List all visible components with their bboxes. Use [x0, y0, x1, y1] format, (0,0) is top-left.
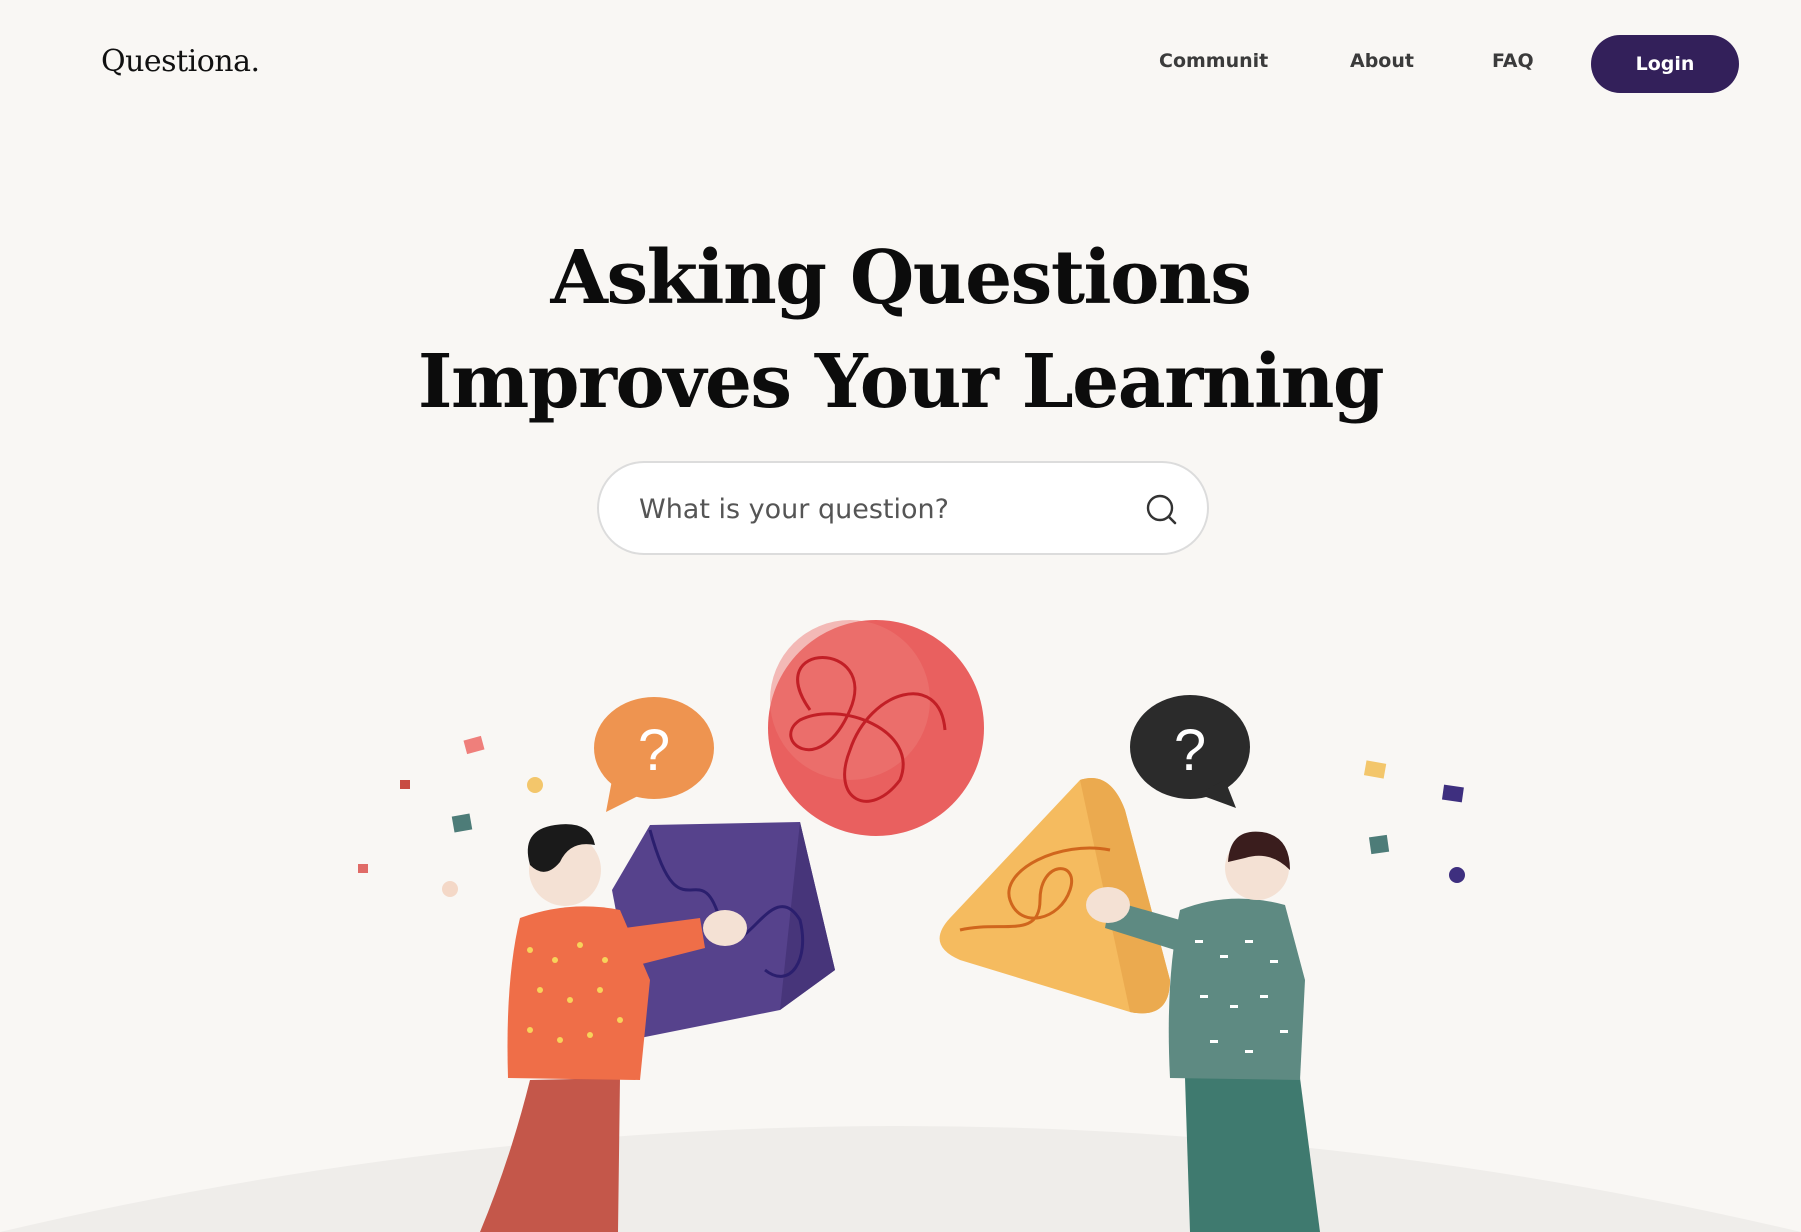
nav-link-about[interactable]: About	[1350, 50, 1414, 72]
search-input[interactable]	[637, 483, 1101, 535]
yellow-triangle	[939, 778, 1170, 1014]
search-icon[interactable]	[1144, 492, 1180, 528]
login-button[interactable]: Login	[1591, 35, 1739, 93]
hero-headline: Asking Questions Improves Your Learning	[0, 226, 1801, 434]
question-mark-left: ?	[638, 718, 670, 783]
headline-line-2: Improves Your Learning	[417, 339, 1385, 425]
red-sphere	[768, 620, 984, 836]
question-mark-right: ?	[1174, 718, 1206, 783]
brand-logo[interactable]: Questiona.	[101, 44, 260, 79]
nav-link-community[interactable]: Communit	[1159, 50, 1268, 72]
confetti-left	[358, 735, 543, 897]
confetti-right	[1363, 760, 1465, 883]
search-bar	[597, 461, 1209, 555]
ground-arc	[0, 1126, 1801, 1232]
hero-illustration: ? ?	[0, 620, 1801, 1232]
nav-link-faq[interactable]: FAQ	[1492, 50, 1534, 72]
headline-line-1: Asking Questions	[550, 235, 1252, 321]
orange-speech-bubble: ?	[594, 697, 714, 812]
dark-speech-bubble: ?	[1130, 695, 1250, 808]
